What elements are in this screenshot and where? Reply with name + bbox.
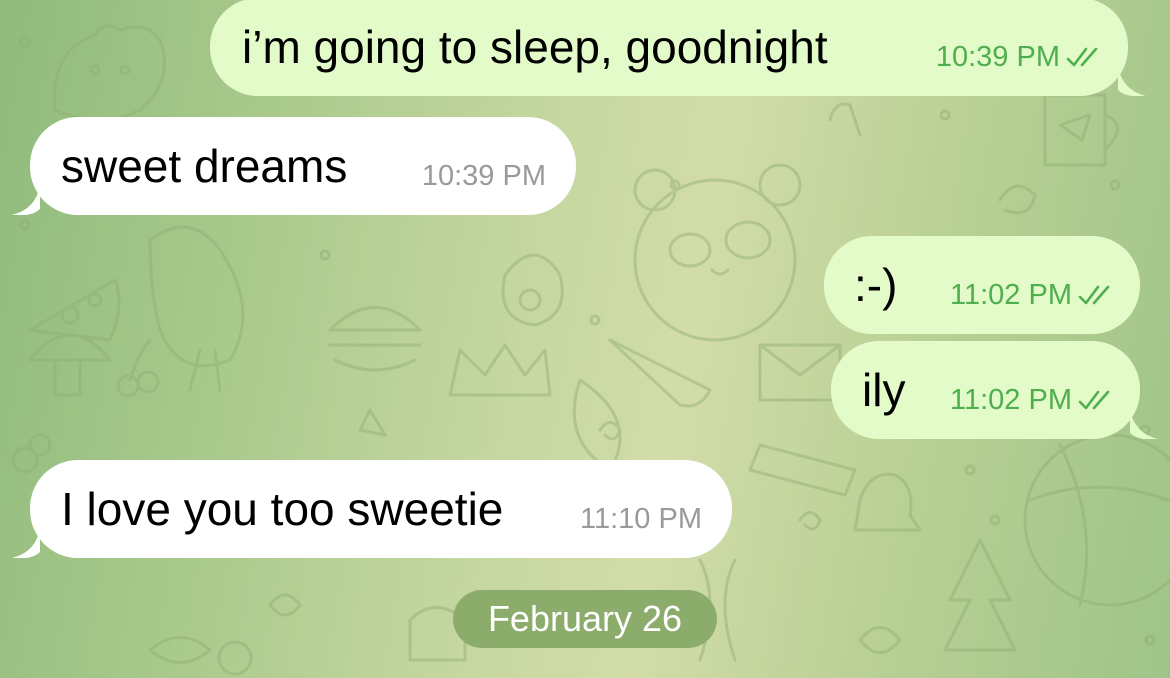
message-time: 11:02 PM xyxy=(950,279,1072,311)
message-meta: 11:02 PM xyxy=(950,384,1118,417)
message-text: I love you too sweetie xyxy=(61,483,504,535)
double-check-icon xyxy=(1078,390,1110,409)
double-check-icon xyxy=(1078,285,1110,304)
message-text: :-) xyxy=(854,259,898,311)
message-bubble-incoming[interactable]: sweet dreams 10:39 PM xyxy=(12,117,576,215)
message-meta: 10:39 PM xyxy=(422,160,546,193)
chat-wallpaper xyxy=(11,24,1170,676)
date-separator: February 26 xyxy=(453,590,717,648)
message-text: i’m going to sleep, goodnight xyxy=(242,21,828,73)
message-bubble-incoming[interactable]: I love you too sweetie 11:10 PM xyxy=(12,460,732,558)
message-meta: 11:10 PM xyxy=(580,503,702,536)
message-time: 10:39 PM xyxy=(421,160,546,192)
message-time: 11:10 PM xyxy=(580,503,702,535)
message-text: ily xyxy=(862,364,906,416)
message-time: 10:39 PM xyxy=(935,41,1060,73)
bubble-tail xyxy=(12,528,40,558)
message-meta: 10:39 PM xyxy=(936,41,1106,74)
message-bubble-outgoing[interactable]: i’m going to sleep, goodnight 10:39 PM xyxy=(210,0,1146,96)
bubble-tail xyxy=(1130,409,1158,439)
message-meta: 11:02 PM xyxy=(950,279,1118,312)
message-text: sweet dreams xyxy=(61,140,348,192)
bubble-tail xyxy=(12,185,40,215)
double-check-icon xyxy=(1066,47,1098,66)
message-bubble-outgoing[interactable]: ily 11:02 PM xyxy=(831,341,1158,439)
message-bubble-outgoing[interactable]: :-) 11:02 PM xyxy=(824,236,1140,334)
message-time: 11:02 PM xyxy=(950,384,1072,416)
bubble-tail xyxy=(1118,66,1146,96)
